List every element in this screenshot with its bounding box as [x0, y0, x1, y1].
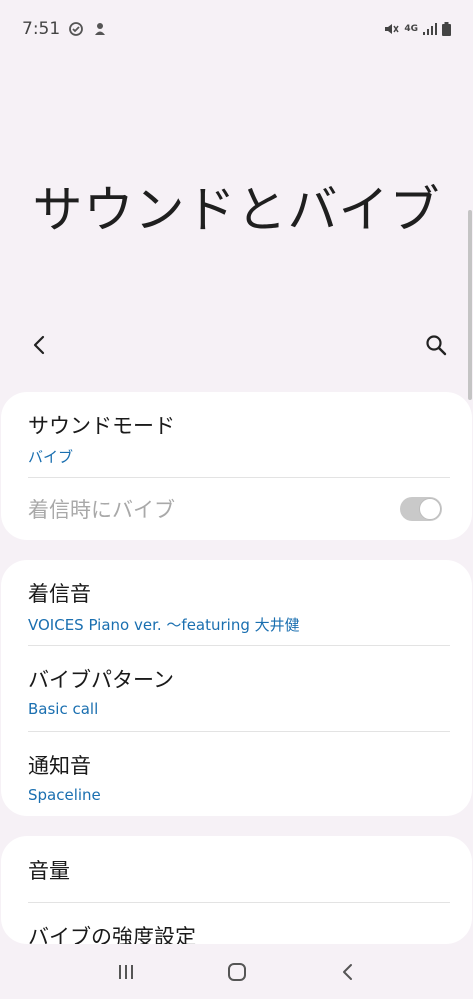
ringtone-title: 着信音 — [28, 582, 91, 606]
4g-icon: 4G — [404, 24, 418, 34]
recent-apps-button[interactable] — [111, 957, 141, 987]
assistant-icon — [92, 21, 108, 37]
vibration-intensity-title: バイブの強度設定 — [28, 925, 196, 944]
sound-mode-card: サウンドモード バイブ 着信時にバイブ — [1, 392, 472, 540]
sound-mode-title: サウンドモード — [28, 414, 175, 438]
home-icon — [227, 962, 246, 981]
signal-icon — [423, 23, 437, 35]
vibration-intensity-row[interactable]: バイブの強度設定 — [1, 903, 472, 944]
notification-sound-value: Spaceline — [28, 786, 101, 804]
mute-vibrate-icon — [383, 22, 399, 36]
nav-back-button[interactable] — [333, 957, 363, 987]
vibrate-on-ring-toggle[interactable] — [400, 497, 442, 521]
volume-row[interactable]: 音量 — [1, 836, 472, 903]
back-icon — [342, 963, 352, 980]
battery-icon — [442, 22, 451, 36]
notification-sound-title: 通知音 — [28, 754, 91, 778]
sound-mode-value: バイブ — [28, 448, 74, 466]
search-button[interactable] — [421, 330, 451, 360]
vibrate-on-ring-row[interactable]: 着信時にバイブ — [1, 478, 472, 540]
volume-title: 音量 — [28, 858, 70, 883]
back-button[interactable] — [24, 330, 54, 360]
page-title: サウンドとバイブ — [32, 181, 441, 239]
recent-apps-icon — [118, 964, 133, 979]
navigation-bar — [0, 944, 473, 999]
toolbar — [0, 325, 473, 365]
sound-mode-row[interactable]: サウンドモード バイブ — [1, 392, 472, 478]
status-time: 7:51 — [22, 19, 61, 39]
vibration-pattern-row[interactable]: バイブパターン Basic call — [1, 646, 472, 732]
volume-card: 音量 バイブの強度設定 — [1, 836, 472, 944]
vibration-pattern-title: バイブパターン — [28, 668, 174, 692]
home-button[interactable] — [222, 957, 252, 987]
sync-check-icon — [68, 21, 84, 37]
notification-sound-row[interactable]: 通知音 Spaceline — [1, 732, 472, 816]
back-arrow-icon — [33, 335, 45, 355]
vibrate-on-ring-title: 着信時にバイブ — [28, 498, 175, 522]
search-icon — [426, 335, 447, 356]
status-bar: 7:51 4G — [0, 0, 473, 58]
ringtone-value: VOICES Piano ver. 〜featuring 大井健 — [28, 616, 300, 634]
scrollbar[interactable] — [468, 210, 472, 400]
ringtone-card: 着信音 VOICES Piano ver. 〜featuring 大井健 バイブ… — [1, 560, 472, 816]
ringtone-row[interactable]: 着信音 VOICES Piano ver. 〜featuring 大井健 — [1, 560, 472, 646]
toggle-knob — [419, 498, 441, 520]
vibration-pattern-value: Basic call — [28, 700, 99, 718]
